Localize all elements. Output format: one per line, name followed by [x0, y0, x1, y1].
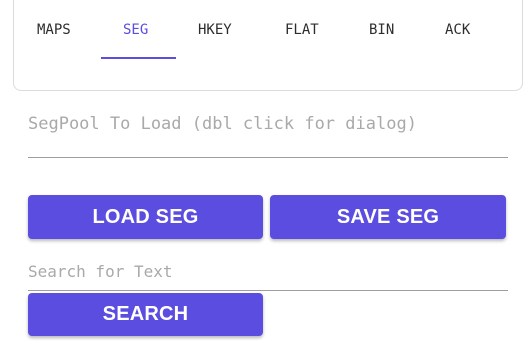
active-tab-indicator	[101, 57, 176, 59]
search-input-underline	[28, 290, 508, 291]
tab-seg[interactable]: SEG	[123, 22, 148, 42]
tab-bin[interactable]: BIN	[369, 22, 394, 42]
tab-ack[interactable]: ACK	[445, 22, 470, 42]
load-seg-button[interactable]: LOAD SEG	[28, 195, 263, 239]
segpool-input-underline	[28, 157, 508, 158]
tab-maps[interactable]: MAPS	[37, 22, 71, 42]
search-input[interactable]	[28, 259, 508, 283]
tab-hkey[interactable]: HKEY	[198, 22, 232, 42]
search-button[interactable]: SEARCH	[28, 293, 263, 336]
save-seg-button[interactable]: SAVE SEG	[270, 195, 506, 239]
tab-bar	[13, 0, 523, 91]
segpool-input[interactable]	[28, 110, 508, 138]
tab-flat[interactable]: FLAT	[285, 22, 319, 42]
